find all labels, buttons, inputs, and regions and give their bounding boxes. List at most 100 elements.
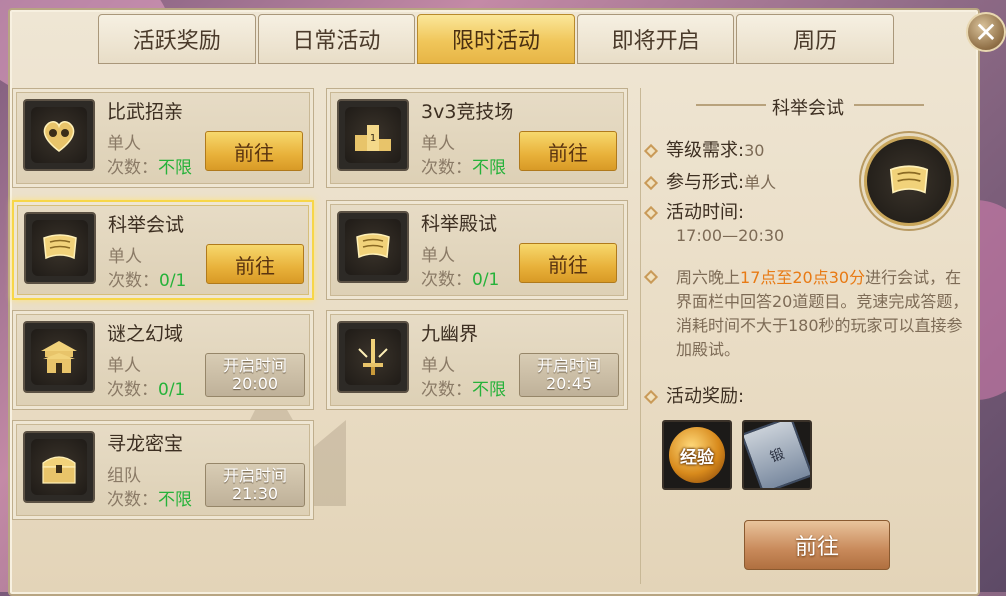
activity-card[interactable]: 科举殿试 单人 次数：0/1 前往 xyxy=(326,200,628,300)
reward-label-text: 经验 xyxy=(680,447,714,468)
activity-name: 比武招亲 xyxy=(107,101,184,123)
activity-name: 谜之幻域 xyxy=(107,323,184,345)
open-time-label: 开启时间 xyxy=(222,466,287,485)
open-time-button[interactable]: 开启时间 21:30 xyxy=(205,463,305,507)
level-value: 30 xyxy=(744,141,765,160)
treasure-chest-icon xyxy=(42,456,76,484)
mode-label: 参与形式: xyxy=(666,172,745,193)
activity-name: 科举殿试 xyxy=(421,213,498,235)
participation-mode: 参与形式:单人 xyxy=(643,168,777,194)
sword-icon xyxy=(358,339,388,375)
activity-count: 次数：不限 xyxy=(421,375,506,400)
tab-upcoming[interactable]: 即将开启 xyxy=(576,14,735,64)
diamond-icon xyxy=(643,205,659,221)
level-label: 等级需求: xyxy=(666,140,745,161)
activity-description: 周六晚上17点至20点30分进行会试，在界面栏中回答20道题目。竞速完成答题，消… xyxy=(676,266,972,362)
activity-count: 次数：0/1 xyxy=(421,265,499,290)
reward-item-exp[interactable]: 经验 xyxy=(662,420,732,490)
activity-card-selected[interactable]: 科举会试 单人 次数：0/1 前往 xyxy=(12,200,314,300)
open-time-value: 21:30 xyxy=(231,484,279,503)
open-time-value: 20:00 xyxy=(231,374,279,393)
tab-label: 限时活动 xyxy=(451,29,540,54)
activity-icon-frame: 1 xyxy=(337,99,409,171)
count-value: 0/1 xyxy=(159,271,187,291)
open-time-button[interactable]: 开启时间 20:00 xyxy=(205,353,305,397)
diamond-icon xyxy=(643,389,659,405)
activity-name: 九幽界 xyxy=(421,323,479,345)
count-label: 次数： xyxy=(107,380,158,400)
diamond-icon xyxy=(643,269,659,285)
diamond-icon xyxy=(643,175,659,191)
activity-mode: 单人 xyxy=(421,356,455,376)
activity-icon-frame xyxy=(337,321,409,393)
count-value: 0/1 xyxy=(472,270,500,290)
activity-name: 寻龙密宝 xyxy=(107,433,184,455)
count-label: 次数： xyxy=(107,158,158,178)
activity-icon-frame xyxy=(23,431,95,503)
count-label: 次数： xyxy=(421,380,472,400)
activity-icon-frame xyxy=(24,212,96,284)
palace-icon xyxy=(41,341,77,373)
count-label: 次数： xyxy=(421,158,472,178)
reward-label: 活动奖励: xyxy=(666,386,745,407)
open-time-value: 20:45 xyxy=(545,374,593,393)
time-value: 17:00—20:30 xyxy=(676,226,785,245)
close-button[interactable]: ✕ xyxy=(966,12,1006,52)
tab-bar: 活跃奖励 日常活动 限时活动 即将开启 周历 xyxy=(98,14,896,66)
activity-name: 科举会试 xyxy=(108,214,185,236)
activity-card[interactable]: 九幽界 单人 次数：不限 开启时间 20:45 xyxy=(326,310,628,410)
go-button[interactable]: 前往 xyxy=(205,131,303,171)
activity-card[interactable]: 1 3v3竞技场 单人 次数：不限 前往 xyxy=(326,88,628,188)
activity-time: 活动时间: xyxy=(643,198,745,224)
tab-active-rewards[interactable]: 活跃奖励 xyxy=(98,14,256,64)
count-value: 不限 xyxy=(472,158,506,178)
go-button[interactable]: 前往 xyxy=(519,131,617,171)
count-label: 次数： xyxy=(107,490,158,510)
activity-name: 3v3竞技场 xyxy=(421,101,514,123)
activity-card[interactable]: 寻龙密宝 组队 次数：不限 开启时间 21:30 xyxy=(12,420,314,520)
activity-mode: 组队 xyxy=(107,466,141,486)
svg-text:1: 1 xyxy=(370,133,376,144)
count-value: 不限 xyxy=(158,490,192,510)
activity-card[interactable]: 比武招亲 单人 次数：不限 前往 xyxy=(12,88,314,188)
activity-icon-frame xyxy=(23,99,95,171)
activity-count: 次数：0/1 xyxy=(108,266,186,291)
go-button[interactable]: 前往 xyxy=(206,244,304,284)
activity-count: 次数：不限 xyxy=(107,153,192,178)
reward-item-forge[interactable]: 锻 xyxy=(742,420,812,490)
detail-title: 科举会试 xyxy=(772,98,844,119)
count-value: 不限 xyxy=(158,158,192,178)
podium-icon: 1 xyxy=(355,125,391,151)
reward-label-text: 锻 xyxy=(768,446,787,466)
activity-icon-frame xyxy=(23,321,95,393)
tab-limited-activities[interactable]: 限时活动 xyxy=(417,14,575,64)
activity-count: 次数：0/1 xyxy=(107,375,185,400)
tab-calendar[interactable]: 周历 xyxy=(736,14,894,64)
open-time-label: 开启时间 xyxy=(222,356,287,375)
activity-card[interactable]: 谜之幻域 单人 次数：0/1 开启时间 20:00 xyxy=(12,310,314,410)
count-label: 次数： xyxy=(421,270,472,290)
forge-scroll-icon: 锻 xyxy=(744,422,810,488)
activity-count: 次数：不限 xyxy=(421,153,506,178)
detail-go-button[interactable]: 前往 xyxy=(744,520,890,570)
tab-label: 日常活动 xyxy=(292,29,381,54)
activity-detail-panel: 科举会试 等级需求:30 参与形式:单人 活动时间: 17:00—20:30 周… xyxy=(640,88,976,584)
go-button[interactable]: 前往 xyxy=(519,243,617,283)
activity-mode: 单人 xyxy=(108,247,142,267)
count-label: 次数： xyxy=(108,271,159,291)
scroll-icon xyxy=(889,165,929,194)
count-value: 不限 xyxy=(472,380,506,400)
open-time-button[interactable]: 开启时间 20:45 xyxy=(519,353,619,397)
time-label: 活动时间: xyxy=(666,202,745,223)
desc-text: 周六晚上 xyxy=(676,268,741,287)
close-icon: ✕ xyxy=(974,15,998,49)
activity-medal-icon xyxy=(864,136,954,226)
activity-icon-frame xyxy=(337,211,409,283)
mode-value: 单人 xyxy=(744,173,777,192)
activity-mode: 单人 xyxy=(421,246,455,266)
activity-mode: 单人 xyxy=(421,134,455,154)
activity-mode: 单人 xyxy=(107,356,141,376)
scroll-icon xyxy=(356,233,390,259)
scroll-icon xyxy=(43,234,77,260)
tab-daily-activities[interactable]: 日常活动 xyxy=(257,14,416,64)
